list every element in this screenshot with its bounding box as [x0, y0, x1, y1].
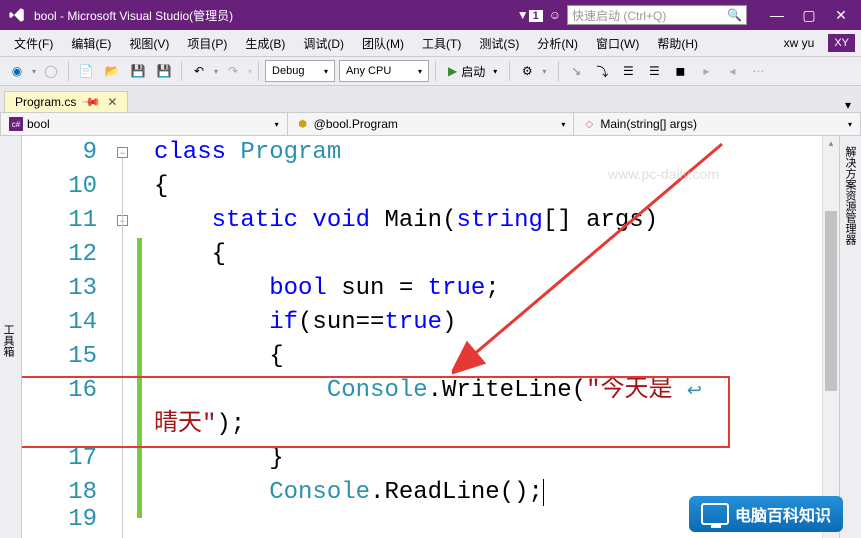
menu-project[interactable]: 项目(P)	[179, 32, 235, 55]
line-number: 16	[22, 374, 97, 408]
fold-toggle[interactable]: −	[117, 147, 128, 158]
undo-button[interactable]: ↶	[188, 60, 210, 82]
line-number-gutter: 9 10 11 12 13 14 15 16 17 18 19	[22, 136, 117, 538]
menu-build[interactable]: 生成(B)	[237, 32, 293, 55]
code-nav-bar: c# bool ▾ ⬢ @bool.Program ▾ ◇ Main(strin…	[0, 112, 861, 136]
process-button[interactable]: ⚙	[516, 60, 538, 82]
menu-edit[interactable]: 编辑(E)	[63, 32, 119, 55]
menu-view[interactable]: 视图(V)	[121, 32, 177, 55]
pin-icon[interactable]: 📌	[82, 92, 102, 112]
comment-icon[interactable]: ☰	[617, 60, 639, 82]
menu-test[interactable]: 测试(S)	[471, 32, 527, 55]
csharp-project-icon: c#	[9, 117, 23, 131]
line-number: 19	[22, 510, 97, 530]
menu-team[interactable]: 团队(M)	[354, 32, 412, 55]
menu-bar: 文件(F) 编辑(E) 视图(V) 项目(P) 生成(B) 调试(D) 团队(M…	[0, 30, 861, 56]
bookmark-icon[interactable]: ◼	[669, 60, 691, 82]
redo-button[interactable]: ↷	[222, 60, 244, 82]
nav-forward-button[interactable]: ◯	[40, 60, 62, 82]
file-tab[interactable]: Program.cs 📌 ✕	[4, 91, 128, 112]
platform-select[interactable]: Any CPU▾	[339, 60, 429, 82]
search-icon: 🔍	[727, 8, 742, 22]
close-button[interactable]: ✕	[829, 5, 853, 25]
nav-class[interactable]: ⬢ @bool.Program ▾	[288, 113, 575, 135]
monitor-icon	[701, 503, 729, 525]
vertical-scrollbar[interactable]: ▴	[822, 136, 839, 538]
right-panel-strip: 解决方案资源管理器 团队资源管理器 诊断工具 属性	[839, 136, 861, 538]
save-button[interactable]: 💾	[127, 60, 149, 82]
line-number: 13	[22, 272, 97, 306]
branding-logo: 电脑百科知识	[689, 496, 843, 532]
step-over-icon[interactable]: ⤵	[591, 60, 613, 82]
user-badge[interactable]: XY	[828, 34, 855, 52]
method-icon: ◇	[582, 117, 596, 131]
line-number: 10	[22, 170, 97, 204]
tab-close-icon[interactable]: ✕	[107, 95, 117, 109]
word-wrap-icon: ↩	[687, 382, 702, 402]
tab-filename: Program.cs	[15, 95, 76, 109]
line-number: 14	[22, 306, 97, 340]
line-number: 15	[22, 340, 97, 374]
menu-help[interactable]: 帮助(H)	[649, 32, 706, 55]
launch-button[interactable]: ▶启动▾	[442, 63, 503, 80]
window-title: bool - Microsoft Visual Studio(管理员)	[34, 7, 233, 24]
vs-logo-icon	[8, 6, 26, 24]
quick-launch-placeholder: 快速启动 (Ctrl+Q)	[572, 7, 666, 24]
code-editor[interactable]: 9 10 11 12 13 14 15 16 17 18 19 − − clas…	[22, 136, 839, 538]
left-panel-toolbox[interactable]: 工具箱	[0, 136, 22, 538]
quick-launch-input[interactable]: 快速启动 (Ctrl+Q) 🔍	[567, 5, 747, 25]
step-into-icon[interactable]: ↘	[565, 60, 587, 82]
uncomment-icon[interactable]: ☰	[643, 60, 665, 82]
title-bar: bool - Microsoft Visual Studio(管理员) ▼1 ☺…	[0, 0, 861, 30]
line-number: 9	[22, 136, 97, 170]
document-tab-strip: Program.cs 📌 ✕ ▾	[0, 86, 861, 112]
user-name[interactable]: xw yu	[776, 36, 823, 50]
feedback-icon[interactable]: ☺	[549, 8, 561, 22]
nav-method[interactable]: ◇ Main(string[] args) ▾	[574, 113, 860, 135]
open-file-button[interactable]: 📂	[101, 60, 123, 82]
minimize-button[interactable]: —	[765, 5, 789, 25]
prev-icon[interactable]: ◂	[721, 60, 743, 82]
maximize-button[interactable]: ▢	[797, 5, 821, 25]
save-all-button[interactable]: 💾	[153, 60, 175, 82]
notification-flag-icon[interactable]: ▼1	[517, 8, 543, 22]
menu-analyze[interactable]: 分析(N)	[529, 32, 586, 55]
menu-tools[interactable]: 工具(T)	[414, 32, 469, 55]
line-number: 12	[22, 238, 97, 272]
line-number: 17	[22, 442, 97, 476]
notification-count: 1	[529, 10, 543, 22]
new-project-button[interactable]: 📄	[75, 60, 97, 82]
class-icon: ⬢	[296, 117, 310, 131]
code-text-area[interactable]: class Program { static void Main(string[…	[142, 136, 839, 538]
line-number: 18	[22, 476, 97, 510]
solution-explorer-tab[interactable]: 解决方案资源管理器	[840, 142, 860, 538]
line-number: 11	[22, 204, 97, 238]
next-icon[interactable]: ▸	[695, 60, 717, 82]
main-area: 工具箱 9 10 11 12 13 14 15 16 17 18 19 − −	[0, 136, 861, 538]
toolbar: ◉ ▾ ◯ 📄 📂 💾 💾 ↶ ▾ ↷ ▾ Debug▾ Any CPU▾ ▶启…	[0, 56, 861, 86]
find-icon[interactable]: ⋯	[747, 60, 769, 82]
menu-window[interactable]: 窗口(W)	[588, 32, 647, 55]
nav-back-button[interactable]: ◉	[6, 60, 28, 82]
menu-debug[interactable]: 调试(D)	[295, 32, 352, 55]
nav-project[interactable]: c# bool ▾	[1, 113, 288, 135]
tab-dropdown-icon[interactable]: ▾	[839, 98, 857, 112]
menu-file[interactable]: 文件(F)	[6, 32, 61, 55]
fold-strip: − −	[117, 136, 137, 538]
scroll-thumb[interactable]	[825, 211, 837, 391]
config-select[interactable]: Debug▾	[265, 60, 335, 82]
